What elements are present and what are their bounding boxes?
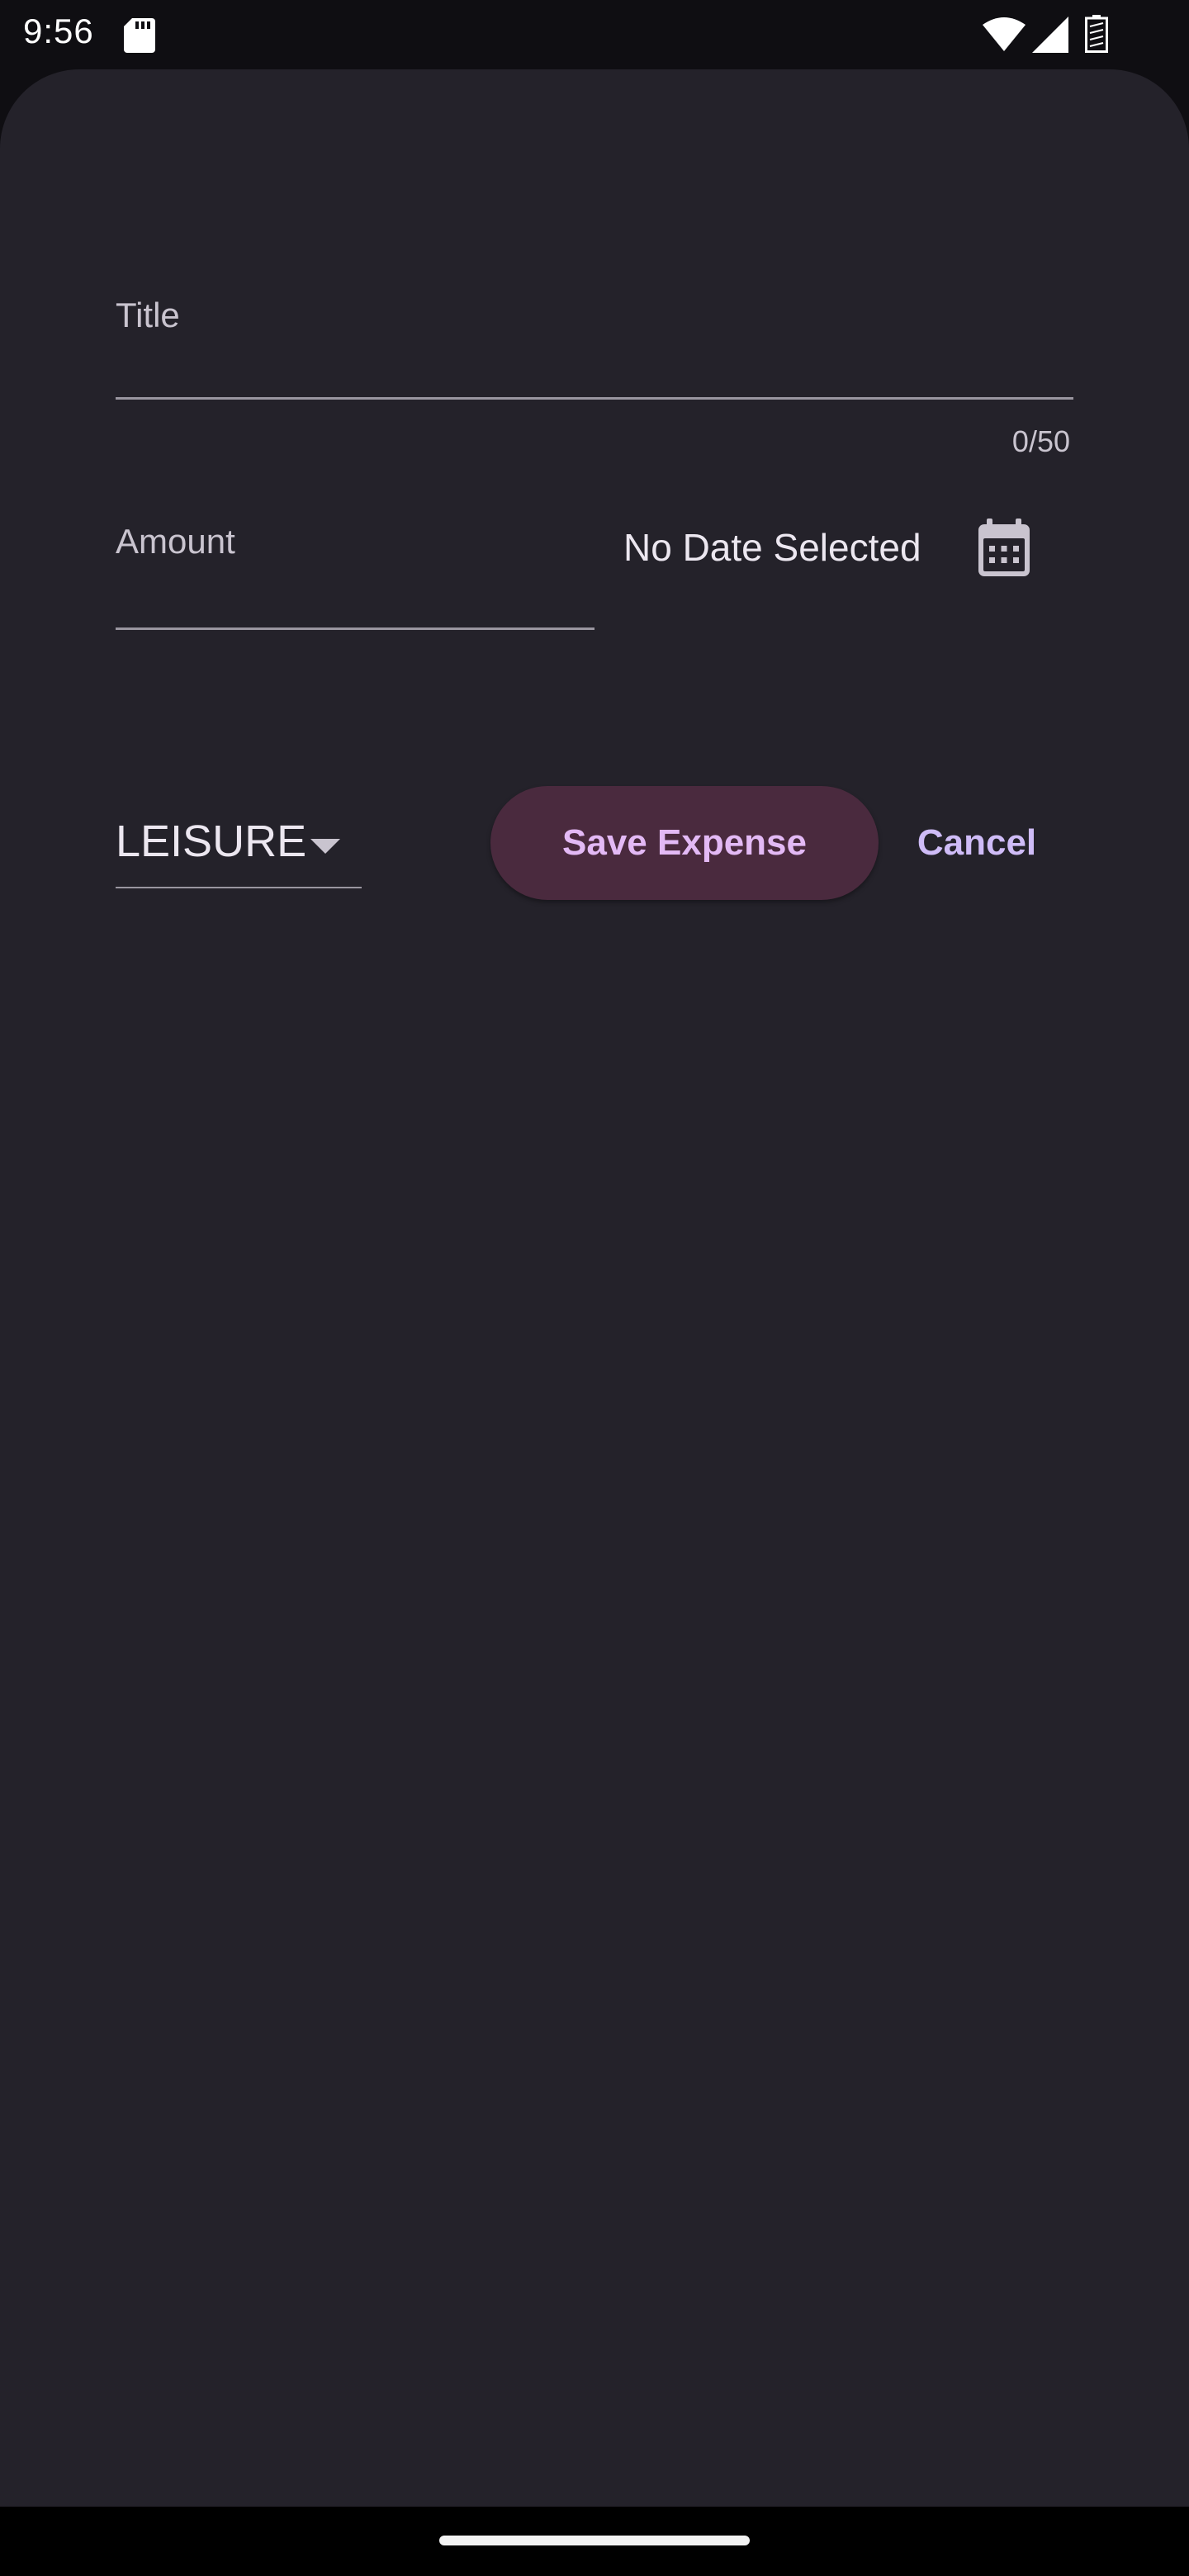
title-field-underline: [116, 397, 1073, 400]
cancel-button[interactable]: Cancel: [900, 786, 1054, 900]
chevron-down-icon: [310, 839, 340, 854]
title-field-label: Title: [116, 296, 180, 334]
home-gesture-handle[interactable]: [439, 2536, 750, 2545]
date-picker-button[interactable]: [963, 507, 1045, 590]
status-bar: 9:56: [0, 0, 1189, 69]
add-expense-sheet: [0, 69, 1189, 2507]
calendar-icon: [978, 519, 1030, 576]
sd-card-icon: [124, 18, 155, 53]
wifi-icon: [983, 17, 1026, 51]
amount-field-underline: [116, 627, 594, 630]
amount-field-label: Amount: [116, 522, 235, 561]
category-selected-value: LEISURE: [116, 817, 307, 866]
category-dropdown[interactable]: LEISURE: [116, 809, 362, 888]
battery-icon: [1085, 15, 1108, 53]
title-character-counter: 0/50: [1011, 424, 1070, 458]
save-expense-button[interactable]: Save Expense: [490, 786, 879, 900]
screen: 9:56 Title 0/50 Amount No Date Selected: [0, 0, 1189, 2576]
category-underline: [116, 887, 362, 888]
signal-icon: [1032, 17, 1068, 53]
selected-date-text: No Date Selected: [623, 526, 921, 569]
status-time: 9:56: [23, 12, 94, 50]
